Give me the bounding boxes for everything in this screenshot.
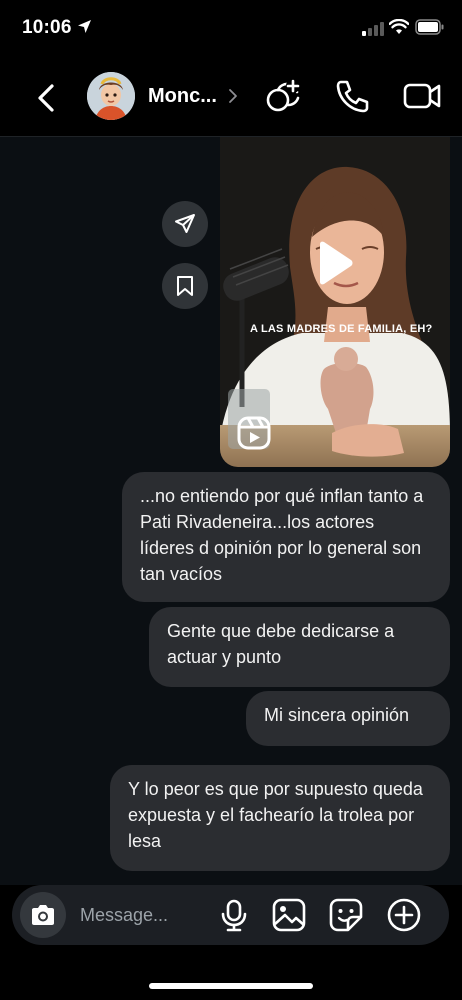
send-paper-plane-icon	[175, 214, 195, 233]
add-plus-icon[interactable]	[386, 897, 422, 933]
message-thread[interactable]: A LAS MADRES DE FAMILIA, EH? ...no entie…	[0, 137, 462, 885]
contact-name[interactable]: Monc...	[148, 85, 217, 108]
phone-call-icon[interactable]	[332, 76, 372, 116]
video-call-icon[interactable]	[402, 76, 442, 116]
conversation-header: Monc...	[0, 60, 462, 137]
play-icon[interactable]	[316, 241, 354, 285]
location-arrow-icon	[78, 20, 91, 33]
camera-button[interactable]	[20, 892, 66, 938]
composer-area	[0, 885, 462, 1000]
message-bubble[interactable]: Mi sincera opinión	[246, 691, 450, 746]
camera-icon	[32, 905, 54, 925]
cellular-signal-icon	[362, 22, 384, 36]
reels-icon	[237, 416, 271, 450]
status-time: 10:06	[22, 17, 72, 38]
message-bubble[interactable]: Y lo peor es que por supuesto queda expu…	[110, 765, 450, 871]
reel-caption: A LAS MADRES DE FAMILIA, EH?	[250, 323, 433, 335]
status-bar: 10:06	[0, 0, 462, 60]
add-people-icon[interactable]	[264, 76, 304, 116]
shared-reel[interactable]: A LAS MADRES DE FAMILIA, EH?	[220, 137, 450, 467]
microphone-icon[interactable]	[216, 897, 252, 933]
message-composer	[12, 885, 449, 945]
bookmark-icon	[177, 276, 193, 296]
message-input[interactable]	[80, 903, 200, 927]
save-button[interactable]	[162, 263, 208, 309]
sticker-icon[interactable]	[328, 897, 364, 933]
battery-icon	[415, 19, 444, 35]
back-chevron-icon[interactable]	[32, 80, 62, 116]
avatar[interactable]	[87, 72, 135, 120]
wifi-icon	[389, 19, 409, 34]
gallery-image-icon[interactable]	[271, 897, 307, 933]
message-bubble[interactable]: Gente que debe dedicarse a actuar y punt…	[149, 607, 450, 687]
chevron-right-icon[interactable]	[228, 88, 238, 104]
memoji-avatar-icon	[87, 72, 135, 120]
home-indicator[interactable]	[149, 983, 313, 989]
message-bubble[interactable]: ...no entiendo por qué inflan tanto a Pa…	[122, 472, 450, 602]
share-button[interactable]	[162, 201, 208, 247]
